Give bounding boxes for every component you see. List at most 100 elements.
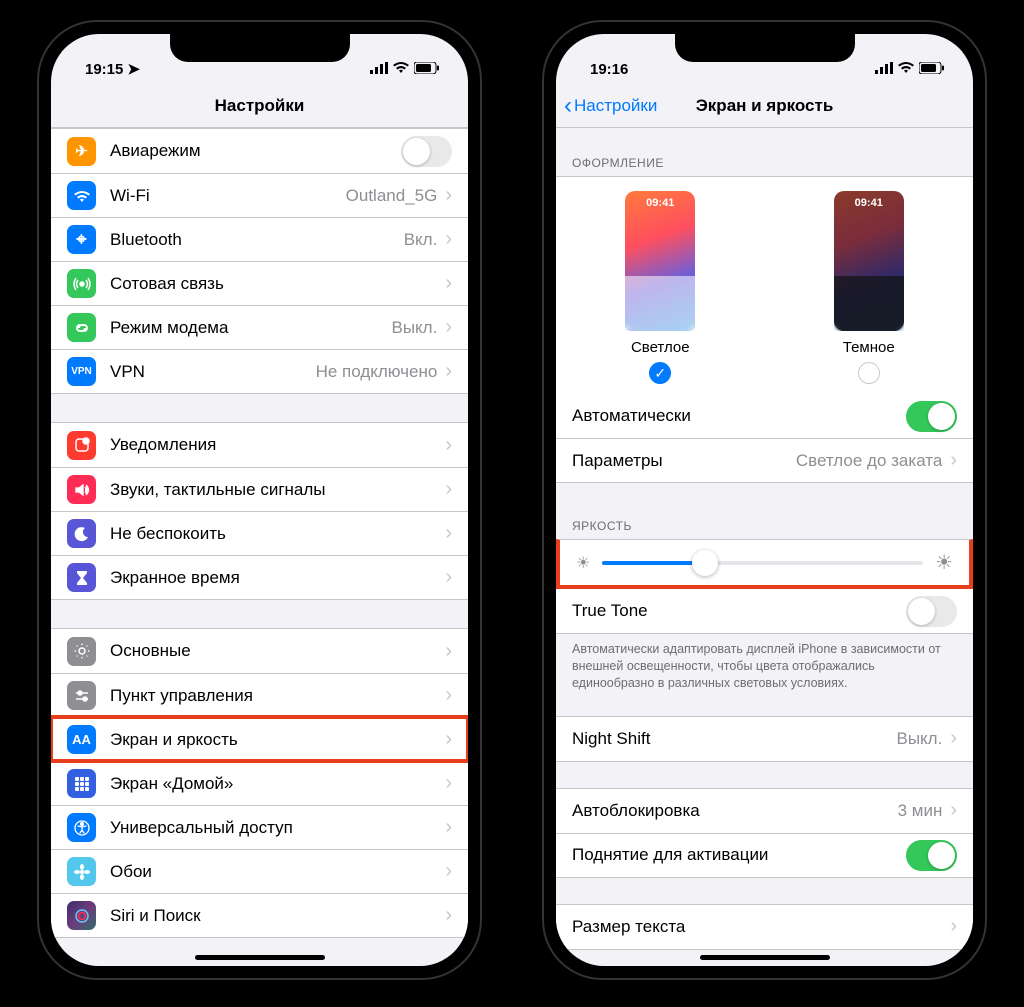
- airplane-toggle[interactable]: [401, 136, 452, 167]
- chevron-right-icon: ›: [445, 684, 452, 707]
- sun-small-icon: ☀︎: [576, 553, 590, 573]
- row-autolock[interactable]: Автоблокировка 3 мин ›: [556, 789, 973, 833]
- row-label: VPN: [110, 362, 316, 382]
- row-value: Выкл.: [896, 729, 942, 749]
- signal-icon: [370, 61, 388, 78]
- brightness-slider-row[interactable]: ☀︎ ☀︎: [560, 540, 969, 585]
- settings-group-connectivity: ✈ Авиарежим Wi-Fi Outland_5G › ⌖ Bluetoo…: [51, 128, 468, 394]
- home-indicator[interactable]: [195, 955, 325, 960]
- row-value: Выкл.: [391, 318, 437, 338]
- signal-icon: [875, 61, 893, 78]
- chevron-right-icon: ›: [445, 772, 452, 795]
- radio-dark[interactable]: [858, 362, 880, 384]
- battery-icon: [414, 61, 440, 78]
- row-accessibility[interactable]: Универсальный доступ ›: [51, 805, 468, 849]
- hourglass-icon: [67, 563, 96, 592]
- row-wifi[interactable]: Wi-Fi Outland_5G ›: [51, 173, 468, 217]
- row-bluetooth[interactable]: ⌖ Bluetooth Вкл. ›: [51, 217, 468, 261]
- truetone-toggle[interactable]: [906, 596, 957, 627]
- location-icon: ➤: [127, 60, 140, 78]
- brightness-header: ЯРКОСТЬ: [556, 513, 973, 539]
- row-airplane[interactable]: ✈ Авиарежим: [51, 129, 468, 173]
- nav-header: ‹ Настройки Экран и яркость: [556, 84, 973, 128]
- row-cellular[interactable]: Сотовая связь ›: [51, 261, 468, 305]
- row-label: Основные: [110, 641, 445, 661]
- airplane-icon: ✈: [67, 137, 96, 166]
- home-indicator[interactable]: [700, 955, 830, 960]
- row-notifications[interactable]: Уведомления ›: [51, 423, 468, 467]
- text-rows: Размер текста ›: [556, 904, 973, 950]
- row-label: Обои: [110, 862, 445, 882]
- chevron-right-icon: ›: [950, 449, 957, 472]
- page-title: Экран и яркость: [696, 96, 834, 116]
- row-hotspot[interactable]: Режим модема Выкл. ›: [51, 305, 468, 349]
- row-wallpaper[interactable]: Обои ›: [51, 849, 468, 893]
- row-label: Универсальный доступ: [110, 818, 445, 838]
- row-label: Сотовая связь: [110, 274, 445, 294]
- row-control-center[interactable]: Пункт управления ›: [51, 673, 468, 717]
- row-label: Размер текста: [572, 917, 950, 937]
- chevron-right-icon: ›: [445, 566, 452, 589]
- page-title: Настройки: [215, 96, 305, 116]
- wifi-icon: [393, 61, 409, 78]
- row-home-screen[interactable]: Экран «Домой» ›: [51, 761, 468, 805]
- display-content[interactable]: ОФОРМЛЕНИЕ 09:41 Светлое ✓ 09:41 Темное: [556, 128, 973, 950]
- settings-content[interactable]: ✈ Авиарежим Wi-Fi Outland_5G › ⌖ Bluetoo…: [51, 128, 468, 938]
- row-label: Bluetooth: [110, 230, 404, 250]
- row-general[interactable]: Основные ›: [51, 629, 468, 673]
- appearance-header: ОФОРМЛЕНИЕ: [556, 150, 973, 176]
- settings-group-general: Основные › Пункт управления › AA Экран и…: [51, 628, 468, 938]
- theme-option-dark[interactable]: 09:41 Темное: [809, 191, 929, 384]
- back-button[interactable]: ‹ Настройки: [564, 92, 657, 120]
- row-vpn[interactable]: VPN VPN Не подключено ›: [51, 349, 468, 393]
- row-label: Параметры: [572, 451, 796, 471]
- chevron-right-icon: ›: [950, 727, 957, 750]
- brightness-slider[interactable]: [602, 561, 923, 565]
- chevron-right-icon: ›: [445, 904, 452, 927]
- status-time: 19:16: [590, 61, 628, 78]
- chevron-right-icon: ›: [445, 434, 452, 457]
- row-appearance-params[interactable]: Параметры Светлое до заката ›: [556, 438, 973, 482]
- theme-thumb-dark: 09:41: [834, 191, 904, 331]
- truetone-footer: Автоматически адаптировать дисплей iPhon…: [556, 634, 973, 692]
- chevron-right-icon: ›: [445, 272, 452, 295]
- row-truetone[interactable]: True Tone: [556, 589, 973, 633]
- wifi-settings-icon: [67, 181, 96, 210]
- row-value: Светлое до заката: [796, 451, 942, 471]
- row-label: Автоматически: [572, 406, 906, 426]
- raise-toggle[interactable]: [906, 840, 957, 871]
- row-siri[interactable]: Siri и Поиск ›: [51, 893, 468, 937]
- row-label: Экран «Домой»: [110, 774, 445, 794]
- row-auto-appearance[interactable]: Автоматически: [556, 394, 973, 438]
- slider-knob[interactable]: [692, 550, 718, 576]
- chevron-right-icon: ›: [445, 728, 452, 751]
- row-label: Night Shift: [572, 729, 896, 749]
- row-dnd[interactable]: Не беспокоить ›: [51, 511, 468, 555]
- sun-large-icon: ☀︎: [935, 550, 953, 575]
- theme-label-dark: Темное: [809, 339, 929, 356]
- radio-light[interactable]: ✓: [649, 362, 671, 384]
- screen-display: 19:16 ‹ Настройки Экран и яркость: [556, 34, 973, 966]
- truetone-rows: True Tone: [556, 589, 973, 634]
- row-value: Не подключено: [316, 362, 438, 382]
- vpn-icon: VPN: [67, 357, 96, 386]
- auto-toggle[interactable]: [906, 401, 957, 432]
- sliders-icon: [67, 681, 96, 710]
- theme-option-light[interactable]: 09:41 Светлое ✓: [600, 191, 720, 384]
- chevron-right-icon: ›: [950, 915, 957, 938]
- row-display-brightness[interactable]: AA Экран и яркость ›: [51, 717, 468, 761]
- row-label: Звуки, тактильные сигналы: [110, 480, 445, 500]
- chevron-left-icon: ‹: [564, 92, 572, 120]
- row-text-size[interactable]: Размер текста ›: [556, 905, 973, 949]
- row-sounds[interactable]: Звуки, тактильные сигналы ›: [51, 467, 468, 511]
- row-nightshift[interactable]: Night Shift Выкл. ›: [556, 717, 973, 761]
- row-raise-to-wake[interactable]: Поднятие для активации: [556, 833, 973, 877]
- notch: [675, 34, 855, 62]
- row-label: Не беспокоить: [110, 524, 445, 544]
- chevron-right-icon: ›: [950, 799, 957, 822]
- chevron-right-icon: ›: [445, 640, 452, 663]
- row-label: Wi-Fi: [110, 186, 346, 206]
- bluetooth-icon: ⌖: [67, 225, 96, 254]
- row-screentime[interactable]: Экранное время ›: [51, 555, 468, 599]
- back-label: Настройки: [574, 96, 657, 116]
